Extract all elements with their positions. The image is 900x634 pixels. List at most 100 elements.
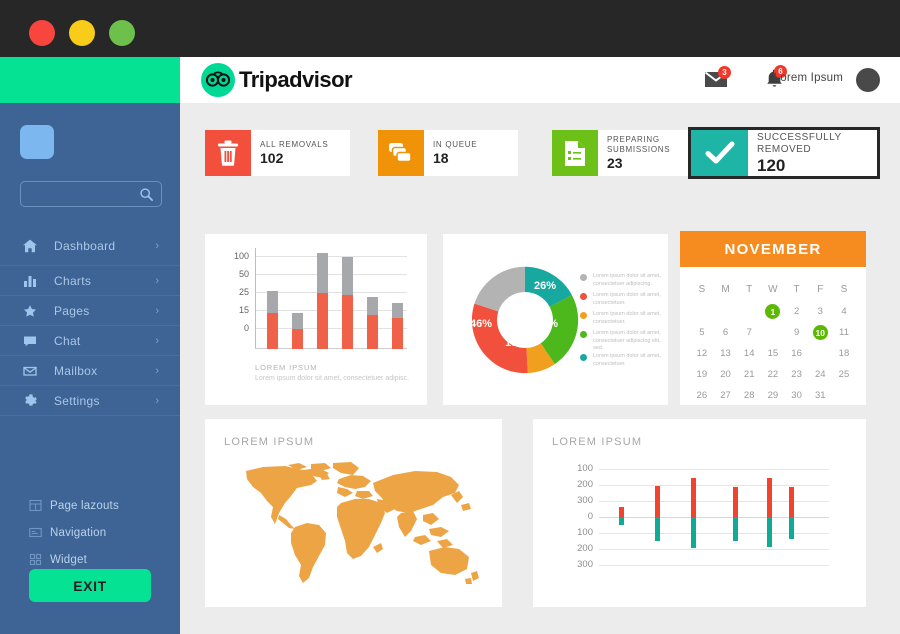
- world-map-card: LOREM IPSUM: [205, 419, 502, 607]
- calendar-day[interactable]: 30: [785, 385, 809, 406]
- calendar-day[interactable]: 24: [808, 364, 832, 385]
- calendar-week-row: 5 6 7 9 10 11: [690, 322, 856, 343]
- bar-group: [691, 478, 696, 548]
- gridline: [255, 274, 407, 275]
- stat-value: 23: [607, 155, 623, 171]
- calendar-day-selected[interactable]: 10: [808, 322, 832, 343]
- calendar-day[interactable]: 12: [690, 343, 714, 364]
- star-icon: [22, 303, 38, 319]
- sidebar-label-pages: Pages: [54, 303, 90, 318]
- sidebar-item-navigation[interactable]: Navigation: [0, 519, 180, 546]
- sidebar-item-pages[interactable]: Pages ›: [0, 296, 180, 325]
- calendar-day[interactable]: 15: [761, 343, 785, 364]
- legend-label: Lorem ipsum dolor sit amet, consectetuer…: [593, 353, 661, 367]
- sidebar-accent-bar: [0, 57, 180, 103]
- bar-chart-caption-text: Lorem ipsum dolor sit amet, consectetuer…: [255, 375, 410, 382]
- window-close-button[interactable]: [29, 20, 55, 46]
- stat-caption: PREPARING SUBMISSIONS: [607, 135, 671, 154]
- calendar-day[interactable]: 22: [761, 364, 785, 385]
- bar-negative: [619, 517, 624, 525]
- calendar-day[interactable]: 2: [785, 301, 809, 322]
- stat-card-successfully-removed[interactable]: SUCCESSFULLY REMOVED 120: [688, 127, 880, 179]
- calendar-day[interactable]: 6: [714, 322, 738, 343]
- calendar-day[interactable]: 13: [714, 343, 738, 364]
- window-titlebar: [0, 0, 900, 57]
- calendar-day[interactable]: 11: [832, 322, 856, 343]
- calendar-day[interactable]: 29: [761, 385, 785, 406]
- chevron-right-icon: ›: [155, 304, 159, 317]
- calendar-day[interactable]: 9: [785, 322, 809, 343]
- sidebar-search[interactable]: [20, 181, 162, 207]
- sidebar-item-charts[interactable]: Charts ›: [0, 266, 180, 295]
- document-list-icon: [552, 130, 598, 176]
- stat-card-in-queue[interactable]: IN QUEUE 18: [378, 130, 518, 176]
- calendar-day[interactable]: 19: [690, 364, 714, 385]
- exit-button[interactable]: EXIT: [29, 569, 151, 602]
- sidebar-item-page-layouts[interactable]: Page lazouts: [0, 492, 180, 519]
- calendar-day[interactable]: 3: [808, 301, 832, 322]
- window-minimize-button[interactable]: [69, 20, 95, 46]
- home-icon: [22, 238, 38, 254]
- calendar-day[interactable]: [690, 301, 714, 322]
- chevron-right-icon: ›: [155, 274, 159, 287]
- bar-group: [789, 487, 794, 539]
- calendar-day[interactable]: [832, 385, 856, 406]
- navigation-icon: [28, 526, 42, 540]
- sidebar-item-mailbox[interactable]: Mailbox ›: [0, 356, 180, 385]
- chevron-right-icon: ›: [155, 364, 159, 377]
- calendar-day[interactable]: 26: [690, 385, 714, 406]
- calendar-day[interactable]: 4: [832, 301, 856, 322]
- copy-icon: [378, 130, 424, 176]
- calendar-day[interactable]: 16: [785, 343, 809, 364]
- waterfall-card-title: LOREM IPSUM: [552, 436, 643, 448]
- window-maximize-button[interactable]: [109, 20, 135, 46]
- bar-group: [392, 303, 403, 349]
- legend-dot: [580, 293, 587, 300]
- bar-segment-lower: [392, 318, 403, 349]
- calendar-dow: F: [817, 283, 824, 295]
- calendar-day[interactable]: 18: [832, 343, 856, 364]
- calendar-day[interactable]: 23: [785, 364, 809, 385]
- calendar-month-header: NOVEMBER: [680, 231, 866, 267]
- calendar-day[interactable]: 7: [737, 322, 761, 343]
- calendar-dow: S: [840, 283, 848, 295]
- stat-card-all-removals[interactable]: ALL REMOVALS 102: [205, 130, 350, 176]
- calendar-day[interactable]: 20: [714, 364, 738, 385]
- legend-label: Lorem ipsum dolor sit amet, consectetuer…: [593, 292, 661, 306]
- bar-positive: [789, 487, 794, 517]
- calendar-day[interactable]: [808, 343, 832, 364]
- sidebar-item-dashboard[interactable]: Dashboard ›: [0, 227, 180, 265]
- stat-caption: IN QUEUE: [433, 140, 478, 149]
- bar-group: [267, 291, 278, 349]
- calendar-day[interactable]: 27: [714, 385, 738, 406]
- mail-button[interactable]: 3: [704, 66, 731, 94]
- calendar-day-selected[interactable]: 1: [761, 301, 785, 322]
- avatar[interactable]: [856, 68, 880, 92]
- calendar-day[interactable]: [714, 301, 738, 322]
- zero-line: [599, 517, 829, 518]
- stat-caption: ALL REMOVALS: [260, 140, 329, 149]
- sidebar-label-settings: Settings: [54, 393, 100, 408]
- legend-label: Lorem ipsum dolor sit amet, consectetuer…: [593, 273, 661, 287]
- calendar-day[interactable]: [761, 322, 785, 343]
- gridline: [599, 565, 829, 566]
- calendar-dow: W: [768, 283, 778, 295]
- calendar-day[interactable]: 5: [690, 322, 714, 343]
- stat-card-preparing-submissions[interactable]: PREPARING SUBMISSIONS 23: [552, 130, 697, 176]
- sidebar-item-chat[interactable]: Chat ›: [0, 326, 180, 355]
- donut-label-orange: 13%: [505, 337, 528, 349]
- calendar-day[interactable]: 28: [737, 385, 761, 406]
- y-tick-label: 0: [587, 511, 593, 522]
- calendar-day[interactable]: 31: [808, 385, 832, 406]
- sidebar-item-settings[interactable]: Settings ›: [0, 386, 180, 415]
- calendar-day[interactable]: 14: [737, 343, 761, 364]
- mail-badge: 3: [718, 66, 731, 79]
- calendar-day[interactable]: [737, 301, 761, 322]
- bar-negative: [767, 517, 772, 547]
- calendar-day[interactable]: 21: [737, 364, 761, 385]
- calendar-week-row: 19 20 21 22 23 24 25: [690, 364, 856, 385]
- calendar-day[interactable]: 25: [832, 364, 856, 385]
- bar-group: [767, 478, 772, 547]
- y-tick-label: 100: [577, 463, 593, 474]
- chart-bars-icon: [22, 273, 38, 289]
